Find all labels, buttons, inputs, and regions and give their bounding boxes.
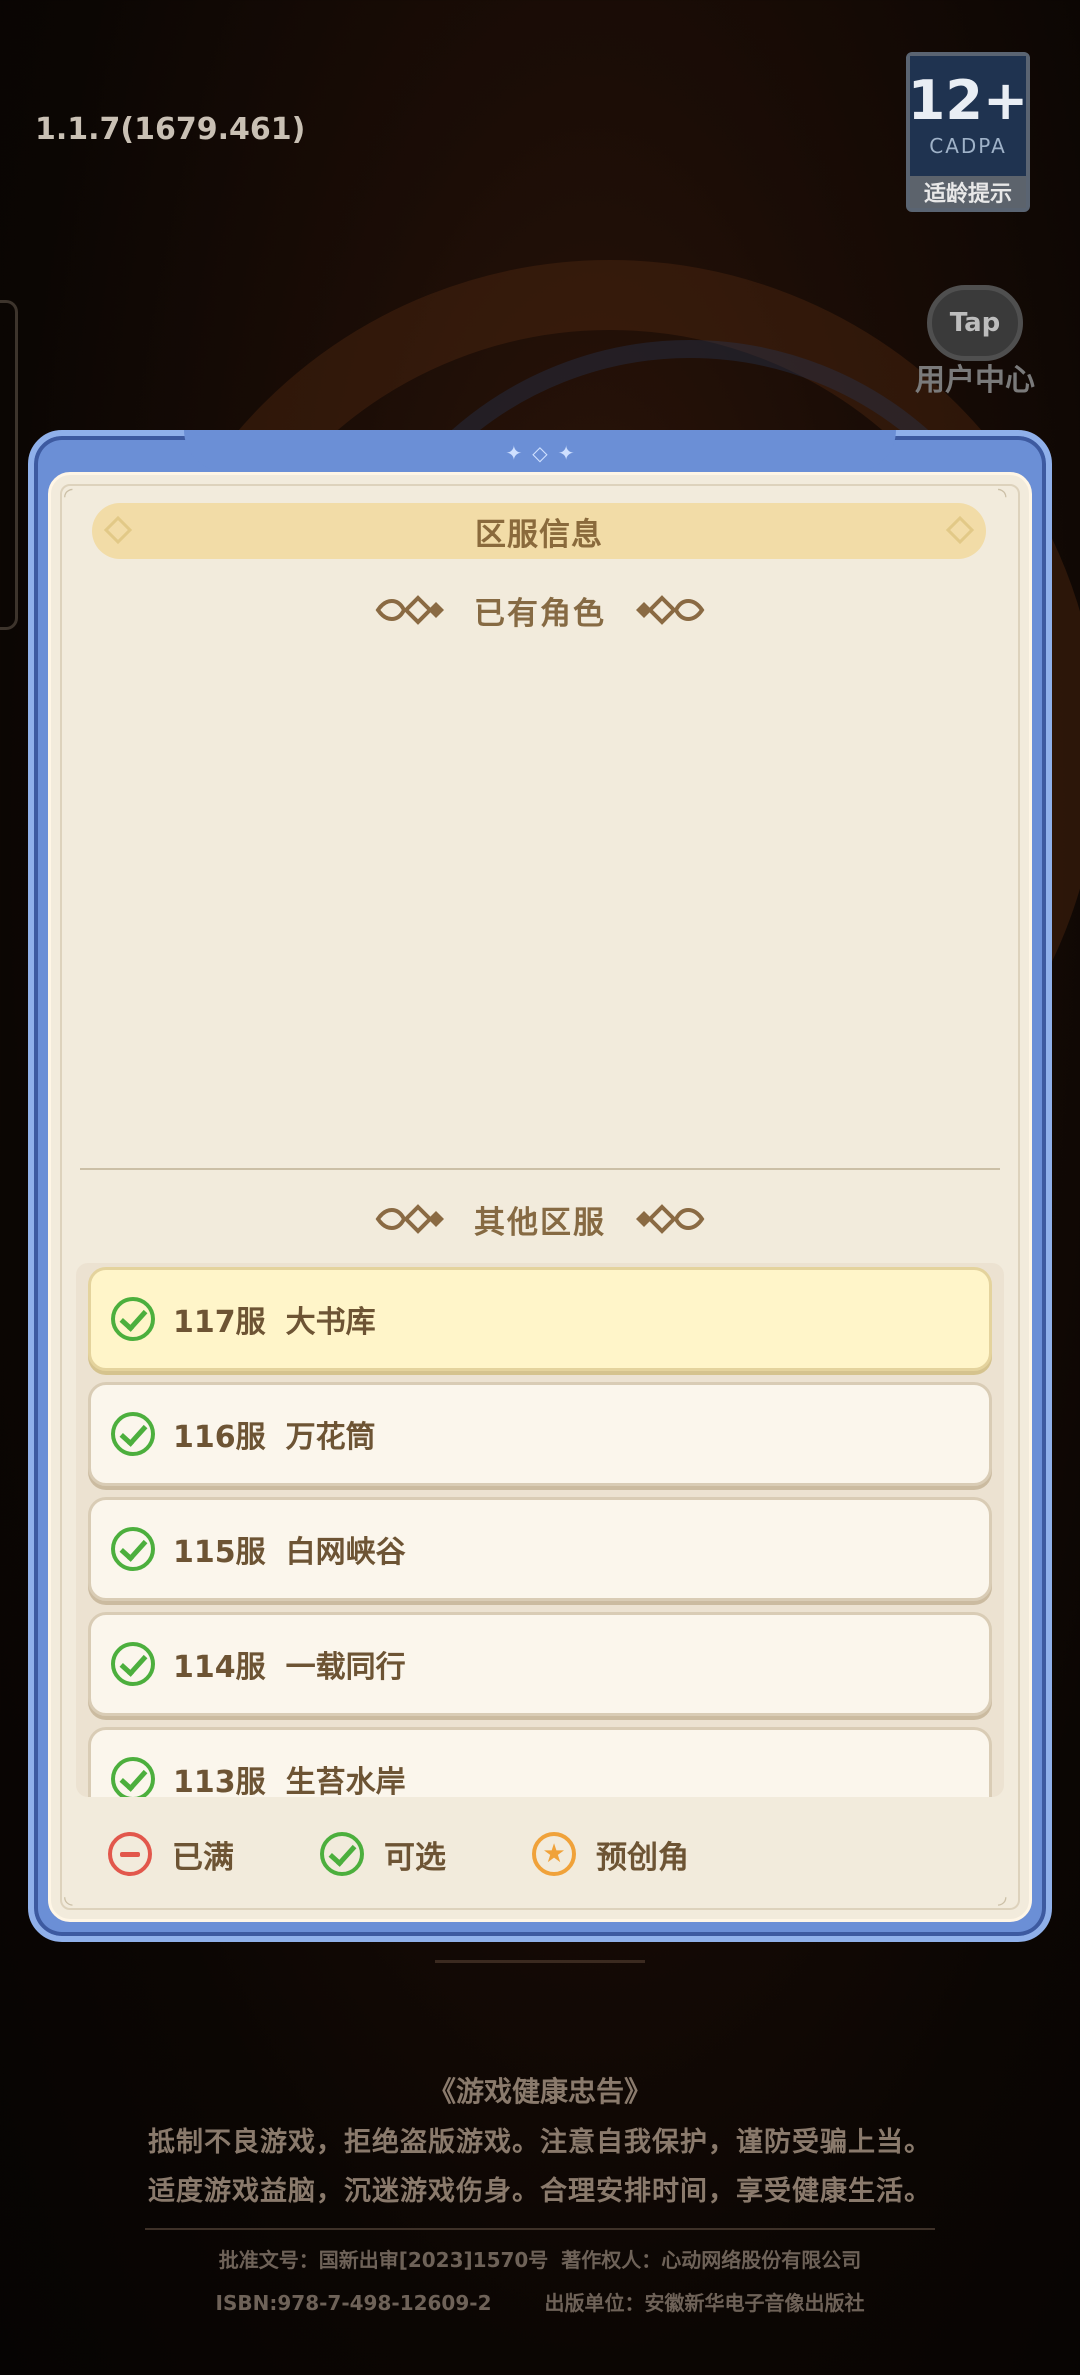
server-name: 一载同行: [285, 1650, 406, 1685]
health-advice-line-2: 适度游戏益脑，沉迷游戏伤身。合理安排时间，享受健康生活。: [148, 2176, 932, 2207]
scroll-ornament-left-icon: [375, 595, 444, 625]
health-advice-footer: 《游戏健康忠告》 抵制不良游戏，拒绝盗版游戏。注意自我保护，谨防受骗上当。 适度…: [0, 2070, 1080, 2316]
footer-separator: [145, 2228, 935, 2230]
server-row[interactable]: 115服 白网峡谷: [88, 1497, 992, 1601]
available-check-icon: [111, 1412, 155, 1456]
dialog-title: 区服信息: [475, 516, 603, 553]
diamond-ornament-icon: [945, 515, 975, 545]
server-number: 114服: [173, 1650, 266, 1685]
server-row[interactable]: 117服 大书库: [88, 1267, 992, 1371]
available-check-icon: [320, 1832, 364, 1876]
status-legend: 已满 可选 ★ 预创角: [108, 1830, 775, 1878]
isbn-number: ISBN:978-7-498-12609-2: [215, 2291, 492, 2315]
scroll-ornament-right-icon: [636, 1204, 705, 1234]
footer-divider: [435, 1960, 645, 1963]
side-tab-handle[interactable]: [0, 300, 18, 630]
version-label: 1.1.7(1679.461): [35, 112, 306, 147]
age-rating-top: 12+ CADPA: [907, 56, 1029, 176]
full-status-icon: [108, 1832, 152, 1876]
corner-ornament-icon: ◟: [64, 1884, 73, 1909]
copyright-holder: 著作权人：心动网络股份有限公司: [561, 2248, 862, 2272]
server-number: 113服: [173, 1765, 266, 1797]
server-number: 117服: [173, 1305, 266, 1340]
footer-isbn-row: ISBN:978-7-498-12609-2 出版单位：安徽新华电子音像出版社: [0, 2287, 1080, 2316]
legend-available: 可选: [320, 1832, 446, 1877]
server-name: 大书库: [285, 1305, 376, 1340]
age-rating-label: 适龄提示: [910, 176, 1026, 208]
publisher: 出版单位：安徽新华电子音像出版社: [544, 2291, 865, 2315]
user-center-label: 用户中心: [915, 363, 1035, 398]
server-number: 115服: [173, 1535, 266, 1570]
server-row[interactable]: 113服 生苔水岸: [88, 1727, 992, 1797]
dialog-ornament-icon: ✦ ◇ ✦: [505, 441, 575, 465]
server-name: 生苔水岸: [285, 1765, 406, 1797]
age-rating-badge[interactable]: 12+ CADPA 适龄提示: [906, 52, 1030, 212]
dialog-title-bar: 区服信息: [92, 503, 986, 559]
legend-full-label: 已满: [172, 1839, 234, 1876]
taptap-icon: Tap: [927, 285, 1023, 361]
legend-precreate-label: 预创角: [596, 1839, 689, 1876]
server-row[interactable]: 114服 一载同行: [88, 1612, 992, 1716]
precreate-star-icon: ★: [532, 1832, 576, 1876]
other-servers-title: 其他区服: [474, 1204, 606, 1241]
legend-available-label: 可选: [384, 1839, 446, 1876]
user-center-button[interactable]: Tap 用户中心: [905, 285, 1045, 400]
corner-ornament-icon: ◜: [64, 484, 73, 509]
available-check-icon: [111, 1757, 155, 1797]
server-number: 116服: [173, 1420, 266, 1455]
other-servers-header: 其他区服: [0, 1194, 1080, 1244]
legend-precreate: ★ 预创角: [532, 1832, 689, 1877]
existing-characters-header: 已有角色: [0, 585, 1080, 635]
health-advice-title: 《游戏健康忠告》: [427, 2075, 652, 2108]
server-name: 白网峡谷: [285, 1535, 406, 1570]
corner-ornament-icon: ◝: [998, 484, 1007, 509]
age-rating-org: CADPA: [929, 134, 1007, 158]
corner-ornament-icon: ◞: [998, 1884, 1007, 1909]
available-check-icon: [111, 1297, 155, 1341]
available-check-icon: [111, 1642, 155, 1686]
scroll-ornament-right-icon: [636, 595, 705, 625]
existing-characters-title: 已有角色: [474, 595, 606, 632]
server-list[interactable]: 117服 大书库 116服 万花筒 115服 白网峡谷 114服 一载同行 11…: [76, 1263, 1004, 1797]
scroll-ornament-left-icon: [375, 1204, 444, 1234]
diamond-ornament-icon: [103, 515, 133, 545]
footer-approval-row: 批准文号：国新出审[2023]1570号 著作权人：心动网络股份有限公司: [0, 2244, 1080, 2273]
approval-number: 批准文号：国新出审[2023]1570号: [218, 2248, 549, 2272]
age-rating-number: 12+: [907, 69, 1029, 132]
available-check-icon: [111, 1527, 155, 1571]
server-name: 万花筒: [285, 1420, 376, 1455]
section-divider: [80, 1168, 1000, 1172]
health-advice-line-1: 抵制不良游戏，拒绝盗版游戏。注意自我保护，谨防受骗上当。: [148, 2127, 932, 2158]
server-row[interactable]: 116服 万花筒: [88, 1382, 992, 1486]
legend-full: 已满: [108, 1832, 234, 1877]
